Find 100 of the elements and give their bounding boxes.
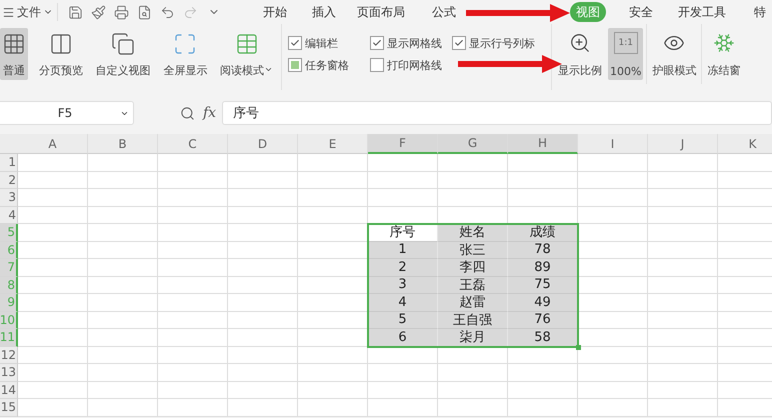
ribbon-tab[interactable]: 特 [751,2,769,22]
zoom-button[interactable]: 显示比例 [556,28,604,80]
sheet-cell[interactable] [648,154,718,172]
row-header[interactable]: 3 [0,189,18,206]
sheet-cell[interactable] [228,382,298,399]
sheet-cell[interactable] [438,364,508,382]
sheet-cell[interactable] [648,399,718,416]
sheet-cell[interactable] [648,329,718,346]
sheet-cell[interactable] [298,346,368,364]
sheet-cell[interactable] [578,259,648,276]
column-header[interactable]: H [508,134,578,154]
sheet-cell[interactable] [18,259,88,276]
sheet-cell[interactable] [88,189,158,206]
sheet-cell[interactable] [88,312,158,329]
sheet-cell[interactable] [298,364,368,382]
sheet-cell[interactable] [438,189,508,206]
sheet-cell[interactable] [228,189,298,206]
sheet-cell[interactable] [578,382,648,399]
checkbox-box[interactable] [370,36,384,50]
file-menu[interactable]: 文件 [0,1,55,23]
column-header[interactable]: G [438,134,508,154]
checkbox[interactable]: 打印网格线 [370,54,452,76]
view-button[interactable]: 自定义视图 [94,28,152,80]
sheet-cell[interactable] [88,294,158,312]
checkbox[interactable]: 编辑栏 [288,32,370,54]
row-header[interactable]: 13 [0,364,18,382]
sheet-cell[interactable] [228,364,298,382]
row-header[interactable]: 14 [0,382,18,399]
column-header[interactable]: C [158,134,228,154]
row-header[interactable]: 1 [0,154,18,172]
fill-handle[interactable] [576,344,581,350]
ribbon-tab[interactable]: 页面布局 [354,2,408,22]
sheet-cell[interactable] [228,224,298,242]
sheet-cell[interactable] [368,154,438,172]
sheet-cell[interactable] [578,312,648,329]
checkbox[interactable]: 显示网格线 [370,32,452,54]
name-box[interactable]: F5 [0,101,134,125]
sheet-cell[interactable] [18,312,88,329]
sheet-cell[interactable] [578,399,648,416]
ribbon-tab[interactable]: 插入 [309,2,339,22]
sheet-cell[interactable] [158,399,228,416]
sheet-cell[interactable] [438,346,508,364]
sheet-cell[interactable] [88,364,158,382]
sheet-cell[interactable] [18,172,88,189]
sheet-cell[interactable] [228,259,298,276]
sheet-cell[interactable] [508,189,578,206]
sheet-cell[interactable] [578,364,648,382]
sheet-cell[interactable] [648,242,718,259]
row-header[interactable]: 15 [0,399,18,416]
sheet-cell[interactable] [368,364,438,382]
sheet-cell[interactable] [508,172,578,189]
column-header[interactable]: A [18,134,88,154]
sheet-cell[interactable] [158,206,228,224]
sheet-cell[interactable] [158,312,228,329]
column-header[interactable]: F [368,134,438,154]
sheet-cell[interactable] [508,399,578,416]
sheet-cell[interactable] [578,224,648,242]
sheet-cell[interactable] [368,382,438,399]
sheet-cell[interactable] [648,172,718,189]
sheet-cell[interactable] [648,259,718,276]
sheet-cell[interactable] [228,312,298,329]
sheet-cell[interactable] [648,346,718,364]
checkbox[interactable]: 显示行号列标 [452,32,548,54]
sheet-cell[interactable] [18,276,88,294]
sheet-cell[interactable] [298,154,368,172]
column-header[interactable]: E [298,134,368,154]
sheet-cell[interactable] [18,154,88,172]
view-button[interactable]: 阅读模式 [218,28,275,80]
sheet-cell[interactable] [18,242,88,259]
checkbox-box[interactable] [288,58,302,72]
sheet-cell[interactable] [88,242,158,259]
sheet-cell[interactable] [368,346,438,364]
sheet-cell[interactable] [648,294,718,312]
ribbon-tab[interactable]: 视图 [570,2,606,22]
sheet-cell[interactable] [228,329,298,346]
sheet-cell[interactable] [18,382,88,399]
zoom-button[interactable]: 1:1 100% [608,28,644,80]
sheet-cell[interactable] [18,329,88,346]
sheet-cell[interactable] [368,399,438,416]
sheet-cell[interactable] [18,346,88,364]
sheet-cell[interactable] [18,364,88,382]
sheet-cell[interactable] [158,382,228,399]
sheet-cell[interactable] [158,364,228,382]
sheet-cell[interactable] [298,172,368,189]
sheet-cell[interactable] [438,399,508,416]
sheet-cell[interactable] [18,189,88,206]
sheet-cell[interactable] [578,172,648,189]
sheet-cell[interactable] [18,294,88,312]
sheet-cell[interactable] [578,206,648,224]
sheet-cell[interactable] [508,364,578,382]
sheet-cell[interactable] [438,154,508,172]
sheet-cell[interactable] [368,172,438,189]
column-header[interactable]: I [578,134,648,154]
sheet-cell[interactable] [88,206,158,224]
sheet-cell[interactable] [648,382,718,399]
sheet-cell[interactable] [438,382,508,399]
column-header[interactable]: B [88,134,158,154]
ribbon-tab[interactable]: 公式 [429,2,459,22]
sheet-cell[interactable] [88,399,158,416]
sheet-cell[interactable] [648,224,718,242]
